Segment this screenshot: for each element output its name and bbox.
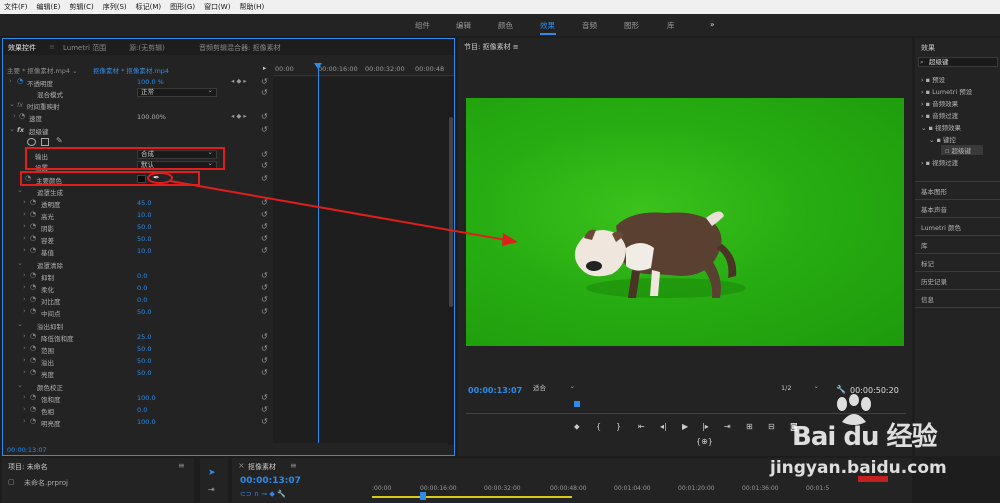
watermark-url: jingyan.baidu.com [770,458,947,478]
baidu-watermark: Bai du 经验 jingyan.baidu.com [770,392,970,482]
watermark-brand: Bai du 经验 [792,422,937,452]
